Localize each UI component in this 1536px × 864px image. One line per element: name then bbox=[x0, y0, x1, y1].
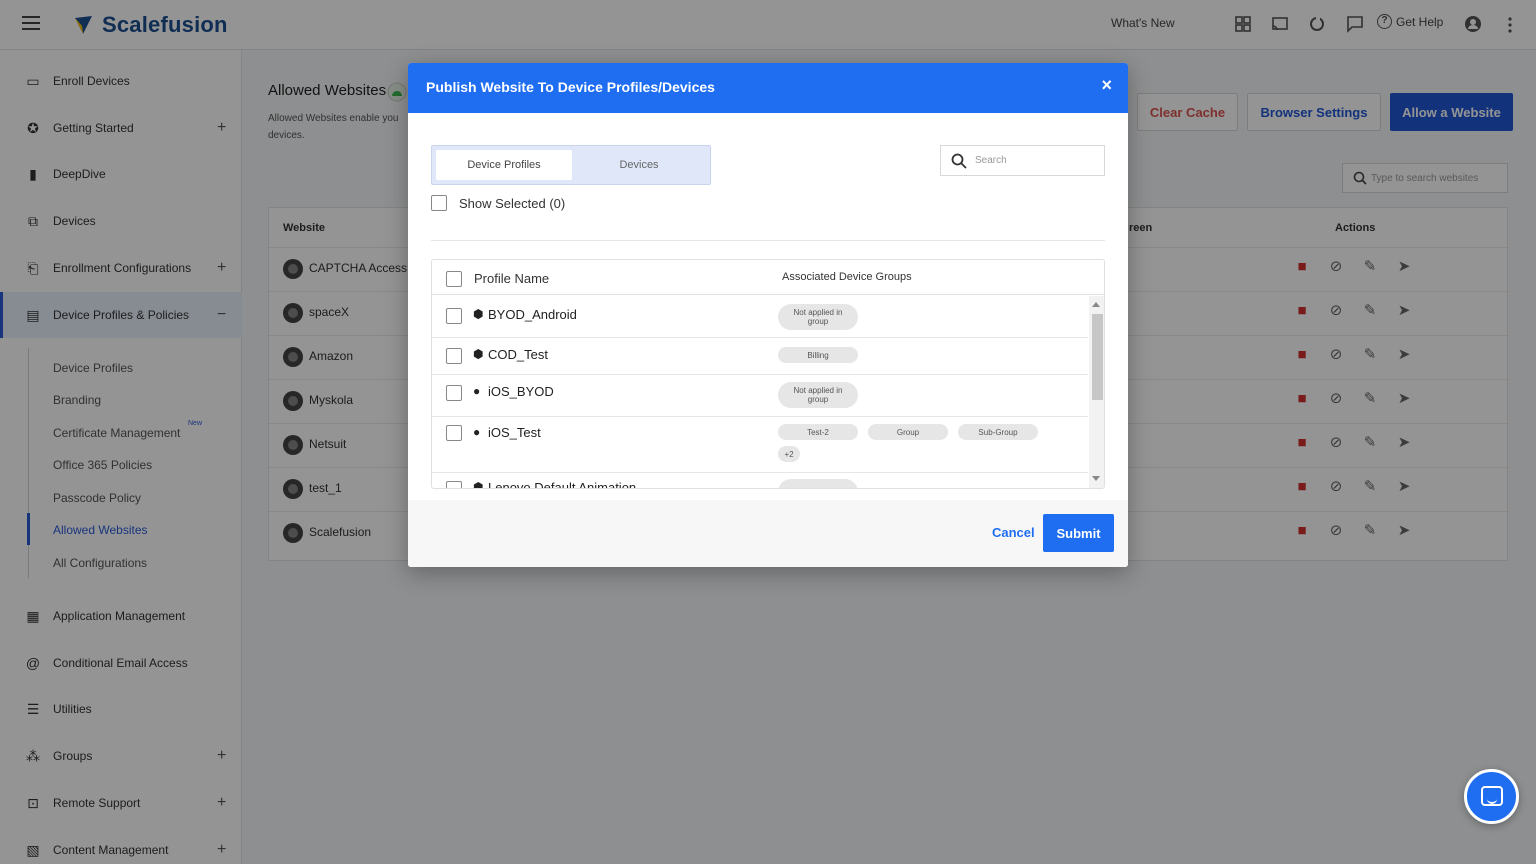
support-chat-button[interactable] bbox=[1464, 769, 1519, 824]
divider bbox=[431, 240, 1105, 241]
tab-device-profiles[interactable]: Device Profiles bbox=[436, 150, 572, 180]
row-checkbox[interactable] bbox=[446, 425, 462, 441]
chat-icon bbox=[1481, 786, 1503, 806]
scroll-down-icon[interactable] bbox=[1092, 476, 1100, 481]
row-checkbox[interactable] bbox=[446, 385, 462, 401]
modal-search-input[interactable]: Search bbox=[940, 145, 1105, 176]
modal-title: Publish Website To Device Profiles/Devic… bbox=[426, 79, 715, 95]
profile-name: Lenovo Default Animation bbox=[488, 480, 637, 489]
target-type-tabs: Device Profiles Devices bbox=[431, 145, 711, 185]
show-selected-label: Show Selected (0) bbox=[459, 195, 566, 211]
list-item[interactable]: ⬢ COD_Test Billing bbox=[432, 338, 1088, 375]
publish-website-modal: Publish Website To Device Profiles/Devic… bbox=[408, 63, 1128, 567]
profiles-list: Profile Name Associated Device Groups ⬢ … bbox=[431, 259, 1105, 489]
list-item[interactable]: ⬢ Lenovo Default Animation Not applied i… bbox=[432, 473, 1088, 489]
search-placeholder: Search bbox=[975, 155, 1007, 166]
android-icon: ⬢ bbox=[473, 480, 484, 489]
group-chip: Not applied in group bbox=[778, 382, 858, 408]
show-selected-toggle[interactable]: Show Selected (0) bbox=[431, 195, 565, 211]
profile-name: iOS_Test bbox=[488, 425, 541, 440]
show-selected-checkbox[interactable] bbox=[431, 195, 447, 211]
group-chip: Group bbox=[868, 424, 948, 440]
android-icon: ⬢ bbox=[473, 307, 484, 321]
tab-devices[interactable]: Devices bbox=[571, 150, 707, 180]
scrollbar-thumb[interactable] bbox=[1092, 314, 1103, 400]
group-chip: Not applied in group bbox=[778, 304, 858, 330]
profile-name: COD_Test bbox=[488, 347, 548, 362]
group-chip: Billing bbox=[778, 347, 858, 363]
list-item[interactable]: ● iOS_Test Test-2 Group Sub-Group +2 bbox=[432, 417, 1088, 473]
group-chip: Sub-Group bbox=[958, 424, 1038, 440]
modal-header: Publish Website To Device Profiles/Devic… bbox=[408, 63, 1128, 113]
scroll-up-icon[interactable] bbox=[1092, 302, 1100, 307]
apple-icon: ● bbox=[473, 425, 481, 439]
close-icon[interactable]: × bbox=[1101, 75, 1112, 96]
profile-name: BYOD_Android bbox=[488, 307, 577, 322]
more-groups-chip[interactable]: +2 bbox=[778, 446, 800, 462]
apple-icon: ● bbox=[473, 384, 481, 398]
profile-name: iOS_BYOD bbox=[488, 384, 554, 399]
list-scrollbar[interactable] bbox=[1089, 296, 1104, 488]
group-chip: Not applied in bbox=[778, 479, 858, 488]
column-header-device-groups: Associated Device Groups bbox=[782, 271, 912, 283]
group-chip: Test-2 bbox=[778, 424, 858, 440]
cancel-button[interactable]: Cancel bbox=[992, 525, 1035, 540]
row-checkbox[interactable] bbox=[446, 481, 462, 488]
select-all-checkbox[interactable] bbox=[446, 271, 462, 287]
row-checkbox[interactable] bbox=[446, 308, 462, 324]
submit-button[interactable]: Submit bbox=[1043, 514, 1114, 552]
column-header-profile-name: Profile Name bbox=[474, 271, 550, 286]
list-item[interactable]: ⬢ BYOD_Android Not applied in group bbox=[432, 296, 1088, 338]
row-checkbox[interactable] bbox=[446, 348, 462, 364]
list-header: Profile Name Associated Device Groups bbox=[432, 260, 1104, 295]
list-item[interactable]: ● iOS_BYOD Not applied in group bbox=[432, 375, 1088, 417]
android-icon: ⬢ bbox=[473, 347, 484, 361]
search-icon bbox=[951, 153, 967, 169]
